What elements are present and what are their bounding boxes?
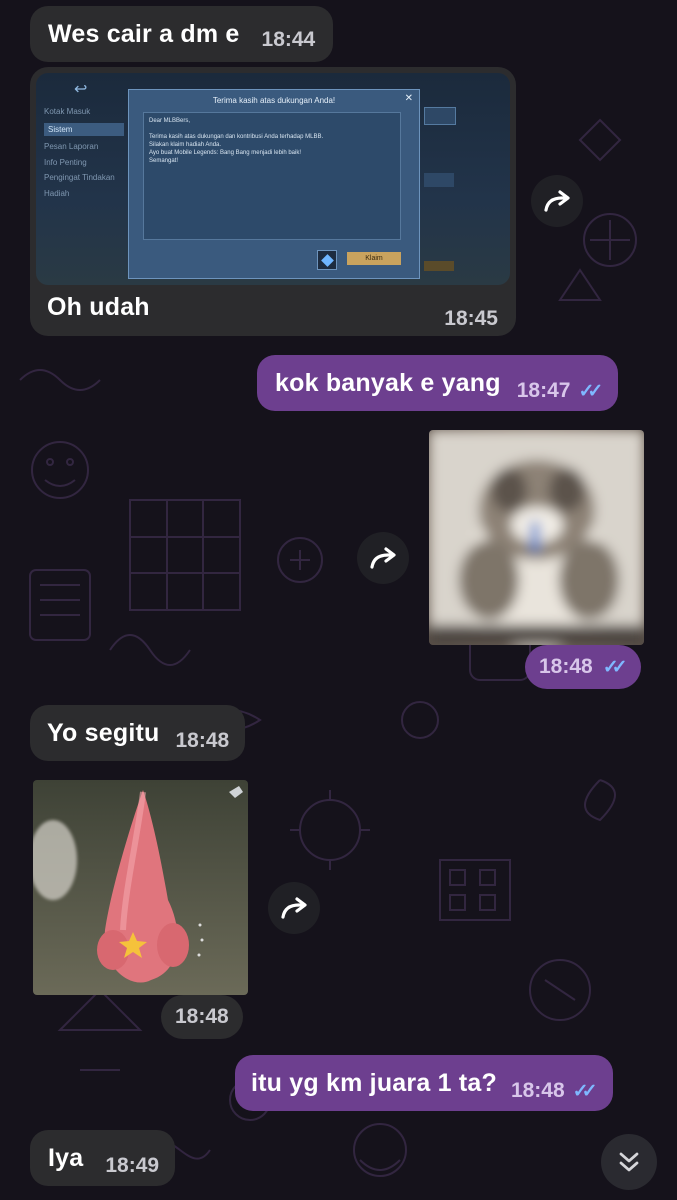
message-text: kok banyak e yang bbox=[275, 368, 501, 397]
double-check-icon: ✓✓ bbox=[602, 656, 628, 678]
sidebar-item-reward: Hadiah bbox=[44, 188, 70, 198]
game-back-arrow-icon: ↩ bbox=[74, 81, 88, 98]
message-time: 18:47 bbox=[516, 379, 571, 402]
incoming-message-1[interactable]: Wes cair a dm e 18:44 bbox=[30, 6, 334, 62]
scroll-to-bottom-button[interactable] bbox=[601, 1134, 657, 1190]
outgoing-message-1[interactable]: kok banyak e yang 18:47 ✓✓ bbox=[257, 355, 619, 411]
incoming-message-3[interactable]: Iya 18:49 bbox=[30, 1130, 176, 1186]
forward-arrow-icon bbox=[370, 547, 396, 569]
message-text: Oh udah bbox=[47, 293, 150, 321]
message-time: 18:48 bbox=[175, 1005, 229, 1028]
game-right-panel bbox=[424, 261, 454, 271]
message-time: 18:48 bbox=[175, 729, 230, 752]
message-text: Yo segitu bbox=[47, 718, 160, 747]
message-text: Iya bbox=[48, 1143, 84, 1172]
screenshot-image[interactable]: ↩ Kotak Masuk Sistem Pesan Laporan Info … bbox=[36, 73, 510, 285]
sidebar-item-reminder: Pengingat Tindakan bbox=[44, 173, 115, 183]
game-sidebar: Kotak Masuk Sistem Pesan Laporan Info Pe… bbox=[44, 101, 124, 205]
incoming-message-2[interactable]: Yo segitu 18:48 bbox=[30, 705, 246, 761]
game-right-panel bbox=[424, 107, 456, 125]
game-right-panel bbox=[424, 173, 454, 187]
dialog-title: Terima kasih atas dukungan Anda! bbox=[212, 96, 336, 105]
dialog-close-icon: ✕ bbox=[404, 93, 413, 104]
photo-timestamp: 18:48 ✓✓ bbox=[525, 645, 641, 689]
sidebar-item-report: Pesan Laporan bbox=[44, 142, 99, 152]
outgoing-message-2[interactable]: itu yg km juara 1 ta? 18:48 ✓✓ bbox=[235, 1055, 613, 1111]
forward-button[interactable] bbox=[357, 532, 409, 584]
message-time: 18:48 bbox=[510, 1079, 565, 1102]
diamond-icon bbox=[317, 250, 337, 270]
dialog-greeting: Dear MLBBers, bbox=[149, 118, 191, 124]
outgoing-photo-cat[interactable] bbox=[429, 430, 644, 645]
message-time: 18:49 bbox=[105, 1154, 160, 1177]
incoming-photo-character[interactable] bbox=[33, 780, 248, 995]
message-text: itu yg km juara 1 ta? bbox=[251, 1068, 497, 1097]
sidebar-item-system: Sistem bbox=[44, 122, 124, 137]
sidebar-item-inbox: Kotak Masuk bbox=[44, 107, 91, 116]
photo-timestamp: 18:48 bbox=[161, 995, 243, 1039]
chevron-double-down-icon bbox=[619, 1152, 639, 1172]
message-time: 18:45 bbox=[444, 307, 498, 330]
dialog-line: Terima kasih atas dukungan dan kontribus… bbox=[149, 134, 324, 141]
sidebar-item-info: Info Penting bbox=[44, 157, 87, 167]
incoming-photo-message[interactable]: ↩ Kotak Masuk Sistem Pesan Laporan Info … bbox=[30, 67, 516, 336]
dialog-body: Dear MLBBers, Terima kasih atas dukungan… bbox=[143, 112, 401, 240]
dialog-line: Ayo buat Mobile Legends: Bang Bang menja… bbox=[149, 150, 301, 157]
double-check-icon: ✓✓ bbox=[572, 1080, 598, 1102]
forward-button[interactable] bbox=[531, 175, 583, 227]
forward-arrow-icon bbox=[281, 897, 307, 919]
game-dialog: Terima kasih atas dukungan Anda! ✕ Dear … bbox=[128, 89, 420, 279]
claim-button: Klaim bbox=[347, 252, 401, 265]
forward-button[interactable] bbox=[268, 882, 320, 934]
message-time: 18:48 bbox=[539, 655, 593, 678]
character-image bbox=[33, 780, 248, 995]
message-text: Wes cair a dm e bbox=[48, 19, 240, 48]
forward-arrow-icon bbox=[544, 190, 570, 212]
cat-image bbox=[429, 430, 644, 645]
double-check-icon: ✓✓ bbox=[578, 380, 603, 402]
dialog-line: Semangat! bbox=[149, 158, 179, 165]
dialog-line: Silakan klaim hadiah Anda. bbox=[149, 142, 222, 149]
message-time: 18:44 bbox=[261, 28, 316, 51]
